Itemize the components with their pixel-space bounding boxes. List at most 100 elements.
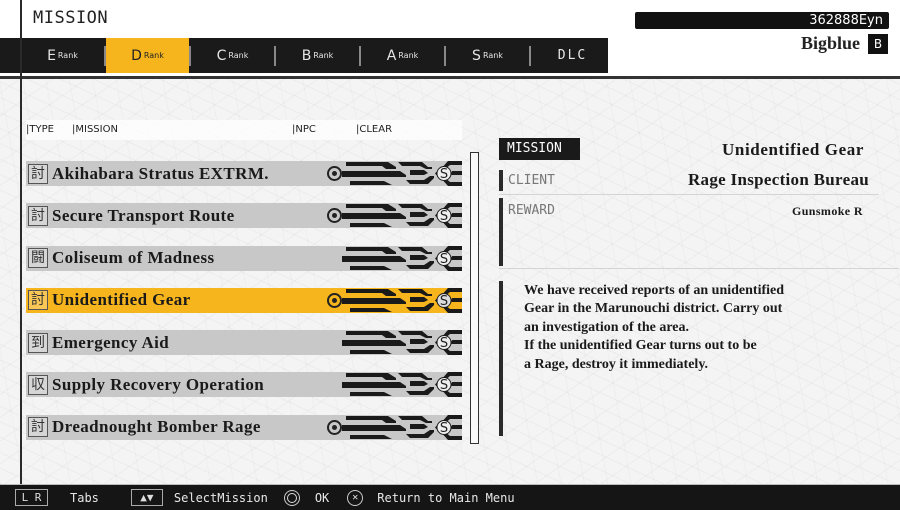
badge-stripe	[350, 181, 392, 185]
badge-stripe	[410, 296, 428, 302]
badge-stripe	[410, 212, 428, 218]
clear-rank-badge: S	[342, 414, 462, 440]
tab-e-rank[interactable]: E Rank	[21, 38, 104, 73]
badge-stripe	[410, 339, 428, 345]
clear-rank-badge: S	[342, 330, 462, 356]
badge-stripe	[406, 429, 434, 438]
mission-name: Coliseum of Madness	[52, 248, 215, 268]
tab-a-rank[interactable]: A Rank	[361, 38, 444, 73]
tab-b-rank[interactable]: B Rank	[276, 38, 359, 73]
client-bar	[499, 170, 503, 191]
clear-rank-badge: S	[342, 287, 462, 313]
badge-stripe	[342, 424, 406, 431]
badge-stripe	[452, 213, 462, 218]
circle-button-icon	[283, 489, 300, 506]
tab-label: D	[131, 47, 142, 64]
badge-stripe	[342, 255, 406, 262]
badge-stripe	[342, 340, 406, 347]
mission-row[interactable]: 収 Supply Recovery Operation S	[26, 372, 462, 398]
tab-label: C	[216, 47, 227, 64]
description-line: We have received reports of an unidentif…	[524, 283, 785, 298]
badge-stripe	[398, 373, 432, 381]
tab-s-rank[interactable]: S Rank	[446, 38, 529, 73]
clear-rank-badge: S	[342, 245, 462, 271]
return-hint: Return to Main Menu	[377, 490, 515, 505]
player-rank-badge: B	[868, 33, 888, 54]
mission-name: Dreadnought Bomber Rage	[52, 417, 261, 437]
description-bar	[499, 281, 503, 436]
clear-rank-badge: S	[342, 161, 462, 186]
mission-type-icon: 収	[28, 374, 48, 395]
badge-stripe	[452, 255, 462, 260]
mission-type-icon: 闘	[28, 248, 48, 269]
badge-stripe	[346, 246, 396, 254]
clear-rank-letter: S	[440, 209, 448, 224]
badge-stripe	[406, 218, 434, 227]
mission-row[interactable]: 到 Emergency Aid S	[26, 330, 462, 356]
badge-stripe	[350, 392, 392, 397]
clear-rank-badge: S	[342, 372, 462, 398]
tab-sublabel: Rank	[313, 51, 334, 60]
badge-stripe	[398, 246, 432, 254]
tab-d-rank[interactable]: D Rank	[106, 38, 189, 73]
divider	[499, 194, 879, 195]
mission-row[interactable]: 討 Secure Transport Route S	[26, 203, 462, 229]
mission-row[interactable]: 闘 Coliseum of Madness S	[26, 245, 462, 271]
badge-stripe	[410, 170, 428, 175]
badge-stripe	[452, 424, 462, 429]
badge-stripe	[350, 350, 392, 355]
tabs-hint: Tabs	[70, 490, 99, 505]
badge-stripe	[410, 254, 428, 260]
header-divider	[0, 76, 900, 79]
mission-row[interactable]: 討 Akihabara Stratus EXTRM. S	[26, 161, 462, 186]
money-display: 362888Eyn	[635, 12, 889, 29]
badge-stripe	[406, 260, 434, 269]
badge-stripe	[350, 307, 392, 312]
updown-button-icon: ▲▼	[130, 489, 163, 506]
description-line: If the unidentified Gear turns out to be	[524, 338, 757, 354]
detail-mission-label: MISSION	[499, 138, 580, 160]
badge-stripe	[346, 331, 396, 339]
badge-stripe	[350, 223, 392, 228]
clear-rank-letter: S	[440, 294, 448, 309]
badge-stripe	[452, 171, 462, 175]
column-clear: |CLEAR	[356, 124, 393, 135]
badge-stripe	[452, 382, 462, 387]
badge-stripe	[350, 265, 392, 270]
tab-sublabel: Rank	[482, 51, 503, 60]
badge-stripe	[452, 340, 462, 345]
divider	[499, 268, 899, 269]
column-npc: |NPC	[292, 124, 316, 135]
select-mission-hint: SelectMission	[173, 490, 268, 505]
clear-rank-letter: S	[440, 252, 448, 267]
mission-row[interactable]: 討 Dreadnought Bomber Rage S	[26, 414, 462, 440]
detail-client-value: Rage Inspection Bureau	[687, 170, 869, 189]
badge-stripe	[346, 415, 396, 423]
tab-sublabel: Rank	[228, 51, 249, 60]
player-info: Bigblue B	[801, 33, 888, 54]
mission-list: 討 Akihabara Stratus EXTRM. S 討 Secure Transp…	[26, 161, 462, 457]
cross-button-icon: ✕	[347, 489, 364, 506]
badge-stripe	[342, 382, 406, 389]
mission-type-icon: 討	[28, 417, 48, 438]
mission-name: Akihabara Stratus EXTRM.	[52, 163, 269, 183]
detail-reward-value: Gunsmoke R	[791, 204, 863, 218]
badge-stripe	[350, 434, 392, 439]
tab-sublabel: Rank	[57, 51, 78, 60]
tab-dlc[interactable]: DLC	[531, 38, 614, 73]
tab-sublabel: Rank	[398, 51, 419, 60]
badge-stripe	[346, 288, 396, 296]
control-hints-bar: L R Tabs ▲▼ SelectMission OK ✕ Return to…	[0, 484, 900, 510]
rank-tab-bar: E Rank D Rank C Rank B Rank A Rank S Rank DLC	[0, 38, 608, 73]
detail-mission-value: Unidentified Gear	[722, 140, 864, 159]
mission-type-icon: 討	[28, 163, 48, 184]
badge-stripe	[398, 204, 432, 212]
tab-c-rank[interactable]: C Rank	[191, 38, 274, 73]
badge-stripe	[346, 204, 396, 212]
clear-rank-letter: S	[440, 421, 448, 436]
reward-bar	[499, 198, 503, 266]
mission-row[interactable]: 討 Unidentified Gear S	[26, 287, 462, 313]
mission-list-scrollbar[interactable]	[470, 152, 479, 444]
tab-label: A	[386, 47, 397, 64]
description-line: an investigation of the area.	[524, 319, 690, 335]
